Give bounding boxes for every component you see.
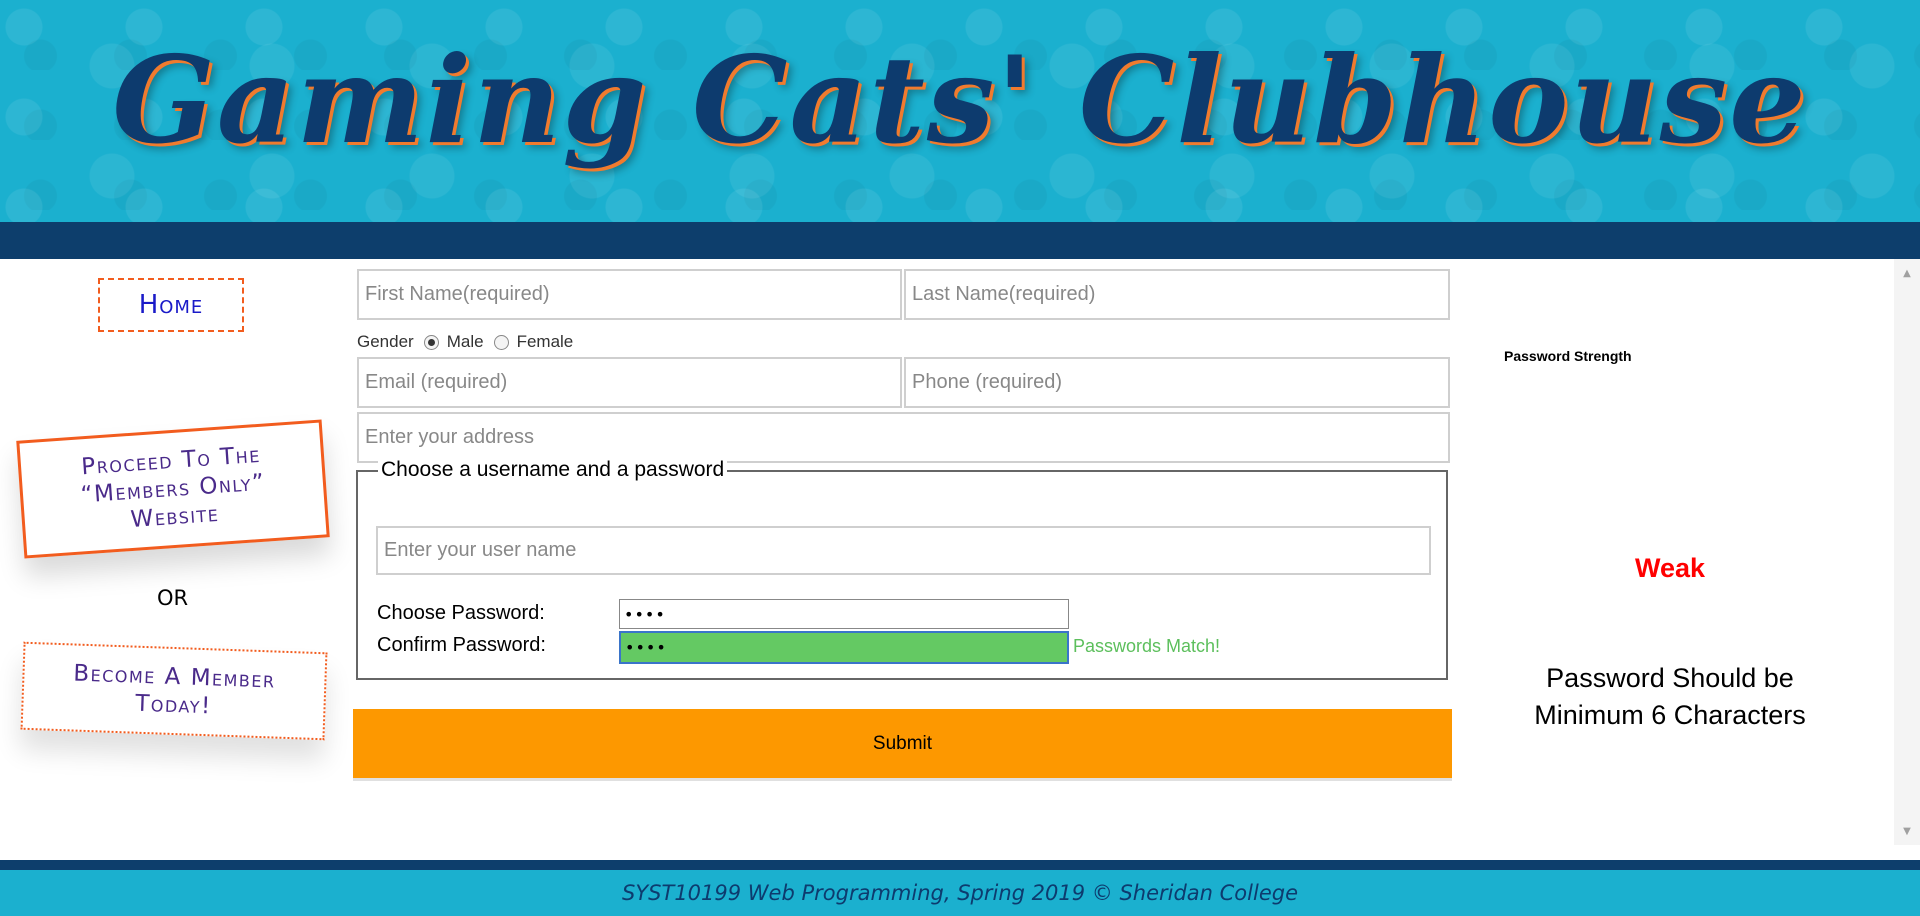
gender-label: Gender <box>357 332 414 351</box>
footer-divider-bar <box>0 860 1920 870</box>
confirm-password-label: Confirm Password: <box>377 634 546 656</box>
password-match-message: Passwords Match! <box>1073 636 1221 656</box>
members-only-link[interactable]: Proceed To The “Members Only” Website <box>16 419 330 559</box>
or-separator: OR <box>156 586 189 610</box>
scroll-down-arrow-icon[interactable]: ▼ <box>1894 821 1920 841</box>
gender-male-label: Male <box>446 332 484 351</box>
site-header: Gaming Cats' Clubhouse <box>0 0 1920 222</box>
scroll-up-arrow-icon[interactable]: ▲ <box>1894 263 1920 283</box>
password-strength-label: Password Strength <box>1504 348 1632 364</box>
username-input[interactable]: Enter your user name <box>376 526 1431 575</box>
footer-text: SYST10199 Web Programming, Spring 2019 ©… <box>622 881 1298 905</box>
gender-female-label: Female <box>516 332 574 351</box>
confirm-password-input[interactable]: •••• <box>619 631 1069 664</box>
address-input[interactable]: Enter your address <box>357 412 1450 463</box>
choose-password-label: Choose Password: <box>377 602 545 624</box>
gender-female-radio[interactable] <box>493 334 509 350</box>
site-title: Gaming Cats' Clubhouse <box>112 30 1808 171</box>
first-name-input[interactable]: First Name(required) <box>357 269 902 320</box>
submit-button[interactable]: Submit <box>353 709 1452 781</box>
vertical-scrollbar[interactable]: ▲ ▼ <box>1894 259 1920 845</box>
header-divider-bar <box>0 222 1920 259</box>
password-requirement-note: Password Should be Minimum 6 Characters <box>1534 663 1806 730</box>
phone-input[interactable]: Phone (required) <box>904 357 1450 408</box>
become-member-link[interactable]: Become A Member Today! <box>20 641 328 741</box>
gender-row: Gender Male Female <box>357 330 573 354</box>
email-input[interactable]: Email (required) <box>357 357 902 408</box>
site-footer: SYST10199 Web Programming, Spring 2019 ©… <box>0 870 1920 916</box>
password-strength-value: Weak <box>1634 553 1706 583</box>
credentials-legend: Choose a username and a password <box>378 458 728 482</box>
home-link[interactable]: Home <box>98 278 244 332</box>
gender-male-radio[interactable] <box>423 334 439 350</box>
choose-password-input[interactable]: •••• <box>619 599 1069 629</box>
last-name-input[interactable]: Last Name(required) <box>904 269 1450 320</box>
